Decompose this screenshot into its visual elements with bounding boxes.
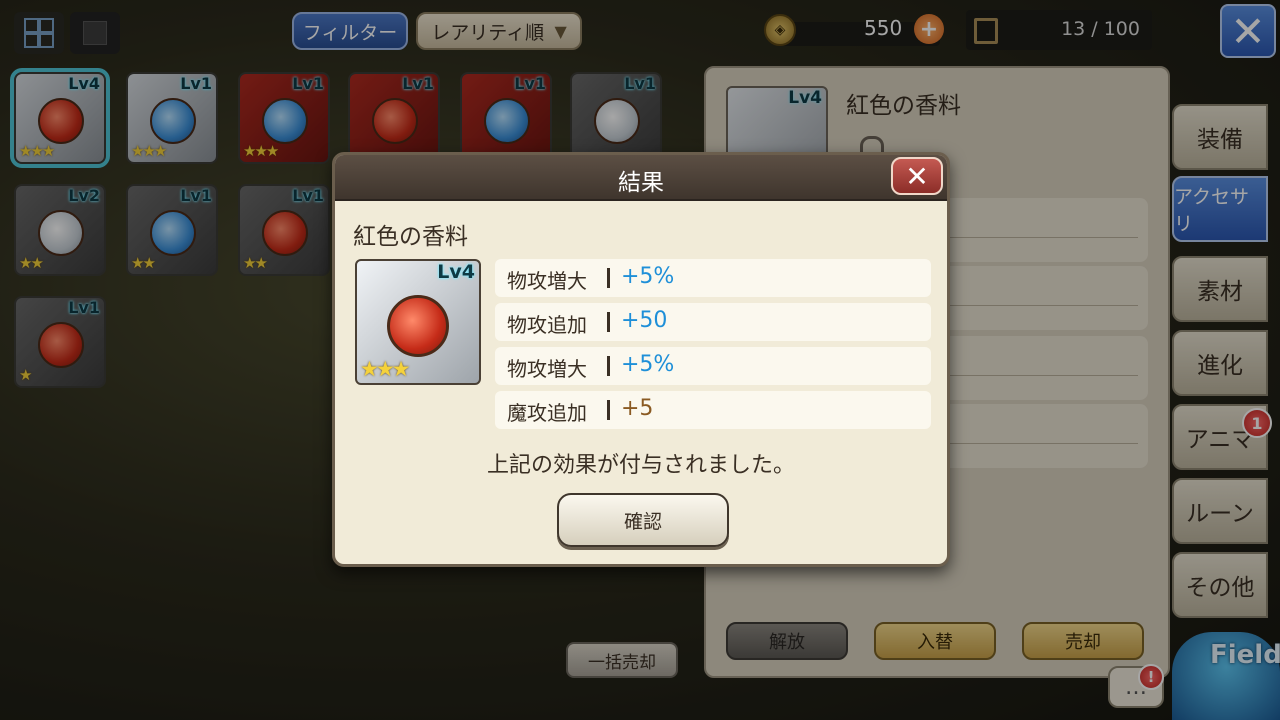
- effect-label: 魔攻追加: [507, 401, 587, 425]
- item-level: Lv1: [292, 74, 324, 93]
- sort-label: レアリティ順: [431, 21, 545, 44]
- item-stars: ★★★: [19, 142, 55, 160]
- item-stars: ★★★: [243, 142, 279, 160]
- effect-label: 物攻増大: [507, 269, 587, 293]
- dialog-close-button[interactable]: ✕: [891, 157, 943, 195]
- tab-other[interactable]: その他: [1172, 552, 1268, 618]
- perfume-flask-icon: [372, 98, 418, 144]
- list-view-button[interactable]: [70, 12, 120, 54]
- effect-label: 物攻追加: [507, 313, 587, 337]
- inventory-item[interactable]: Lv1: [460, 72, 552, 164]
- square-icon: [83, 21, 107, 45]
- perfume-flask-icon: [38, 210, 84, 256]
- coin-value: 550: [864, 16, 903, 40]
- tab-material[interactable]: 素材: [1172, 256, 1268, 322]
- grid-view-button[interactable]: [14, 12, 64, 54]
- tab-rune[interactable]: ルーン: [1172, 478, 1268, 544]
- item-stars: ★★: [131, 254, 156, 272]
- effect-row: 魔攻追加 +5: [495, 391, 931, 429]
- grid-icon: [24, 18, 54, 48]
- inventory-item[interactable]: Lv1 ★★★: [126, 72, 218, 164]
- sort-dropdown[interactable]: レアリティ順 ▼: [416, 12, 582, 50]
- effect-separator: [607, 400, 610, 420]
- item-level: Lv2: [68, 186, 100, 205]
- dialog-item-name: 紅色の香料: [353, 224, 468, 250]
- tab-accessory[interactable]: アクセサリ: [1172, 176, 1268, 242]
- item-stars: ★★: [19, 254, 44, 272]
- perfume-flask-icon: [594, 98, 640, 144]
- inventory-item[interactable]: Lv1: [348, 72, 440, 164]
- add-coins-button[interactable]: +: [914, 14, 944, 44]
- perfume-flask-icon: [150, 210, 196, 256]
- inventory-item[interactable]: Lv2 ★★: [14, 184, 106, 276]
- coin-icon: ◈: [764, 14, 796, 46]
- item-level: Lv1: [402, 74, 434, 93]
- filter-button[interactable]: フィルター: [292, 12, 408, 50]
- inventory-item[interactable]: Lv1 ★★: [238, 184, 330, 276]
- inventory-item[interactable]: Lv1 ★★: [126, 184, 218, 276]
- result-message: 上記の効果が付与されました。: [486, 453, 795, 478]
- item-level: Lv1: [292, 186, 324, 205]
- inventory-item[interactable]: Lv1 ★: [14, 296, 106, 388]
- item-level: Lv4: [68, 74, 100, 93]
- item-level: Lv1: [180, 74, 212, 93]
- close-button[interactable]: ✕: [1220, 4, 1276, 58]
- tab-evolution[interactable]: 進化: [1172, 330, 1268, 396]
- effect-label: 物攻増大: [507, 357, 587, 381]
- effect-row: 物攻増大 +5%: [495, 259, 931, 297]
- effect-value: +5%: [621, 352, 675, 377]
- close-icon: ✕: [1230, 6, 1266, 56]
- dialog-item-thumbnail: Lv4 ★★★: [355, 259, 481, 385]
- sell-button[interactable]: 売却: [1022, 622, 1144, 660]
- inventory-capacity: 13 / 100: [966, 10, 1152, 50]
- item-level: Lv1: [624, 74, 656, 93]
- dialog-item-stars: ★★★: [360, 357, 411, 381]
- effect-row: 物攻追加 +50: [495, 303, 931, 341]
- coin-counter: ◈ 550 +: [760, 10, 946, 50]
- item-level: Lv1: [180, 186, 212, 205]
- tab-equipment[interactable]: 装備: [1172, 104, 1268, 170]
- perfume-flask-icon: [484, 98, 530, 144]
- effect-value: +50: [621, 308, 668, 333]
- inventory-item[interactable]: Lv1 ★★★: [238, 72, 330, 164]
- item-level: Lv1: [514, 74, 546, 93]
- result-dialog: 結果 ✕ 紅色の香料 Lv4 ★★★ 物攻増大 +5% 物攻追加 +50 物攻増…: [332, 152, 950, 567]
- detail-item-name: 紅色の香料: [846, 93, 961, 119]
- detail-item-level: Lv4: [788, 88, 822, 108]
- item-stars: ★★: [243, 254, 268, 272]
- item-level: Lv1: [68, 298, 100, 317]
- sell-all-button[interactable]: 一括売却: [566, 642, 678, 678]
- notification-badge: 1: [1242, 408, 1272, 438]
- effect-separator: [607, 356, 610, 376]
- dialog-header: 結果 ✕: [335, 155, 947, 201]
- bag-icon: [974, 18, 998, 44]
- item-stars: ★: [19, 366, 33, 384]
- release-button[interactable]: 解放: [726, 622, 848, 660]
- effect-row: 物攻増大 +5%: [495, 347, 931, 385]
- dialog-item-level: Lv4: [437, 261, 475, 283]
- perfume-flask-icon: [150, 98, 196, 144]
- close-icon: ✕: [905, 159, 929, 193]
- perfume-flask-icon: [262, 210, 308, 256]
- swap-button[interactable]: 入替: [874, 622, 996, 660]
- dialog-title: 結果: [618, 170, 664, 196]
- perfume-flask-icon: [387, 295, 449, 357]
- inventory-item[interactable]: Lv1: [570, 72, 662, 164]
- effect-separator: [607, 268, 610, 288]
- capacity-value: 13 / 100: [1061, 18, 1140, 40]
- chat-badge: !: [1138, 664, 1164, 690]
- perfume-flask-icon: [262, 98, 308, 144]
- inventory-item[interactable]: Lv4 ★★★: [10, 68, 110, 168]
- effect-separator: [607, 312, 610, 332]
- item-stars: ★★★: [131, 142, 167, 160]
- chevron-down-icon: ▼: [554, 21, 567, 41]
- perfume-flask-icon: [38, 98, 84, 144]
- confirm-button[interactable]: 確認: [557, 493, 729, 547]
- effect-value: +5%: [621, 264, 675, 289]
- mascot-label: Field: [1210, 640, 1280, 670]
- perfume-flask-icon: [38, 322, 84, 368]
- effect-value: +5: [621, 396, 654, 421]
